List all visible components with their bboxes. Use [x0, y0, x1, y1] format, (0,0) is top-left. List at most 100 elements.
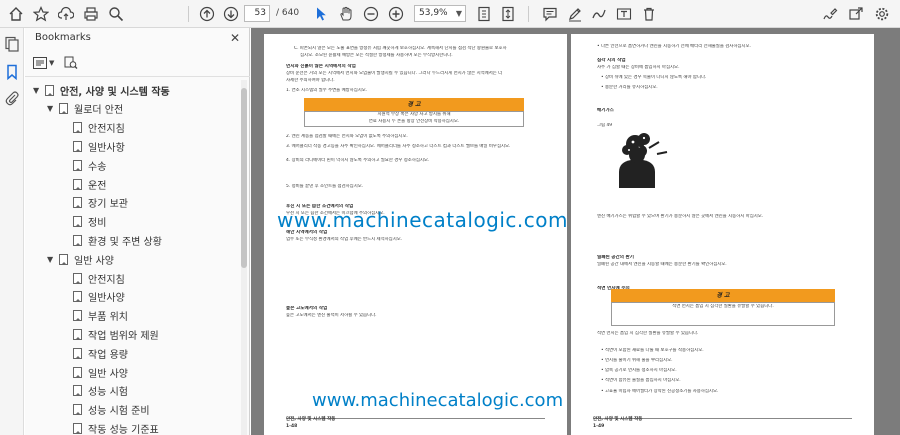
- bookmark-label: 월로더 안전: [74, 105, 124, 117]
- bookmark-page-icon: [73, 310, 82, 322]
- watermark-text: www.machinecatalogic.com: [277, 208, 569, 232]
- bookmark-item[interactable]: 작업 용량: [61, 343, 128, 363]
- body-text-line: 엔진 배기가스는 위험할 수 있으며 환기가 충분하지 않은 곳에서 엔진을 시…: [597, 214, 764, 219]
- bookmark-label: 작업 용량: [88, 349, 128, 361]
- warning-text: 연료 사용시 두 손을 항상 안전장비 착용하십시오.: [368, 119, 460, 124]
- settings-gear-icon[interactable]: [872, 4, 892, 24]
- bookmark-label: 안전지침: [88, 124, 125, 136]
- sidebar-rail: [0, 28, 24, 435]
- section-heading: 높은 고도에서의 작업: [286, 306, 328, 311]
- bookmark-label: 장기 보관: [88, 199, 128, 211]
- bookmark-item[interactable]: 정비: [61, 212, 106, 232]
- bookmark-item[interactable]: 운전: [61, 174, 106, 194]
- bookmark-item[interactable]: 부품 위치: [61, 306, 128, 326]
- highlight-pen-icon[interactable]: [565, 4, 585, 24]
- bookmark-item[interactable]: ▼ 월로더 안전: [47, 99, 123, 119]
- pages-thumbnail-icon[interactable]: [4, 36, 20, 52]
- footer-title: 안전, 사양 및 시스템 작동: [593, 417, 643, 422]
- bookmark-page-icon: [59, 103, 68, 115]
- find-bookmark-icon[interactable]: [64, 54, 78, 72]
- bookmark-page-icon: [73, 404, 82, 416]
- bookmark-item[interactable]: 안전지침: [61, 268, 125, 288]
- body-text-line: 높은 고도에서는 엔진 출력이 저하될 수 있습니다.: [286, 313, 377, 318]
- delete-icon[interactable]: [639, 4, 659, 24]
- bookmark-item[interactable]: 일반사항: [61, 136, 125, 156]
- page-number-input[interactable]: 53: [244, 5, 270, 22]
- chevron-down-icon: ▼: [455, 9, 462, 18]
- bookmark-label: 작동 성능 기준표: [88, 424, 159, 435]
- bookmark-label: 일반사양: [88, 293, 125, 305]
- bookmark-item[interactable]: 장기 보관: [61, 193, 128, 213]
- bookmark-item[interactable]: 환경 및 주변 상황: [61, 230, 162, 250]
- bookmark-item[interactable]: 작업 범위와 제원: [61, 324, 159, 344]
- home-icon[interactable]: [6, 4, 26, 24]
- body-text-line: • 석면이 함유된 물질을 흡입하지 마십시오.: [601, 378, 681, 383]
- zoom-level-select[interactable]: 53,9% ▼: [414, 5, 466, 22]
- chevron-down-icon[interactable]: ▼: [33, 86, 43, 95]
- search-icon[interactable]: [106, 4, 126, 24]
- section-heading: 먼지와 진흙이 많은 지역에서의 작업: [286, 64, 356, 69]
- body-text-line: • 압축 공기로 먼지를 청소하지 마십시오.: [601, 368, 677, 373]
- body-text-line: 4. 장비의 라디에이터 핀이 막히지 않도록 주의하고 필요한 경우 청소하십…: [286, 158, 430, 163]
- panel-divider: [25, 76, 250, 77]
- bookmark-item[interactable]: 작동 성능 기준표: [61, 418, 159, 435]
- previous-page-icon[interactable]: [197, 4, 217, 24]
- section-heading: 밀폐된 공간의 환기: [597, 255, 635, 260]
- bookmark-item[interactable]: 성능 시험 준비: [61, 400, 150, 420]
- warning-text: 지원적 부상 혹은 사망 사고 방지를 위해: [377, 112, 451, 117]
- close-icon[interactable]: ✕: [230, 31, 240, 45]
- footer-page-number: 1-48: [286, 424, 298, 429]
- sign-icon[interactable]: [820, 4, 840, 24]
- body-text-line: • 고효율 미립자 에어필터가 장착된 진공청소기를 사용하십시오.: [601, 389, 719, 394]
- body-text-line: 3. 에어클리너 작동 경고등을 자주 확인하십시오. 에어클리너를 자주 청소…: [286, 144, 511, 149]
- bookmark-icon[interactable]: [4, 64, 20, 81]
- bookmark-page-icon: [73, 347, 82, 359]
- body-text-line: 염수 또는 부식성 환경에서의 작업 후에는 반드시 세척하십시오.: [286, 237, 403, 242]
- main-toolbar: 53 / 640 53,9% ▼: [0, 0, 900, 28]
- comment-icon[interactable]: [540, 4, 560, 24]
- text-edit-icon[interactable]: [614, 4, 634, 24]
- scroll-mode-icon[interactable]: [498, 4, 518, 24]
- fit-page-icon[interactable]: [474, 4, 494, 24]
- bookmark-page-icon: [73, 197, 82, 209]
- bookmark-item[interactable]: 수송: [61, 155, 106, 175]
- bookmark-item[interactable]: 성능 시험: [61, 381, 128, 401]
- bookmark-item[interactable]: 일반사양: [61, 287, 125, 307]
- body-text-line: 5. 정비를 끝낸 후 조인트를 점검하십시오.: [286, 184, 364, 189]
- panel-scrollbar[interactable]: [241, 80, 247, 435]
- bookmark-label: 부품 위치: [88, 312, 128, 324]
- upload-cloud-icon[interactable]: [56, 4, 76, 24]
- document-page-left: C. 파손되지 않은 모든 노출 표면을 방청유 처럼 깨끗하게 보호하십시오.…: [264, 34, 567, 435]
- bookmark-item[interactable]: ▼ 안전, 사양 및 시스템 작동: [33, 80, 170, 100]
- body-text-line: 밀폐된 공간 내에서 엔진을 시동할 때에는 충분한 환기를 확인하십시오.: [597, 262, 727, 267]
- attachment-icon[interactable]: [4, 90, 20, 106]
- scrollbar-thumb[interactable]: [241, 88, 247, 268]
- bookmark-page-icon: [73, 159, 82, 171]
- panel-tools: ▼: [33, 54, 78, 72]
- section-heading: 배기가스: [597, 108, 614, 113]
- bookmark-item[interactable]: ▼ 일반 사양: [47, 249, 114, 269]
- body-text-line: • 충분한 거리를 유지하십시오.: [601, 85, 658, 90]
- zoom-in-icon[interactable]: [386, 4, 406, 24]
- body-text-line: • 석면이 포함된 재료를 다룰 때 보호구를 착용하십시오.: [601, 348, 704, 353]
- next-page-icon[interactable]: [221, 4, 241, 24]
- select-cursor-icon[interactable]: [311, 4, 331, 24]
- share-icon[interactable]: [846, 4, 866, 24]
- toolbar-divider: [528, 6, 529, 22]
- chevron-down-icon[interactable]: ▼: [47, 255, 57, 264]
- bookmark-item[interactable]: 안전지침: [61, 118, 125, 138]
- toolbar-divider: [188, 6, 189, 22]
- hand-tool-icon[interactable]: [336, 4, 356, 24]
- body-text-line: 2. 엔진 계통을 점검할 때에는 먼지와 오염이 없도록 주의하십시오.: [286, 134, 408, 139]
- bookmark-item[interactable]: 일반 사양: [61, 362, 128, 382]
- chevron-down-icon[interactable]: ▼: [47, 104, 57, 113]
- print-icon[interactable]: [81, 4, 101, 24]
- bookmark-page-icon: [73, 328, 82, 340]
- bookmark-options-icon[interactable]: ▼: [33, 54, 54, 72]
- bookmark-label: 일반 사양: [88, 368, 128, 380]
- bookmark-label: 환경 및 주변 상황: [88, 236, 162, 248]
- star-icon[interactable]: [31, 4, 51, 24]
- bookmark-page-icon: [73, 234, 82, 246]
- draw-icon[interactable]: [589, 4, 609, 24]
- zoom-out-icon[interactable]: [361, 4, 381, 24]
